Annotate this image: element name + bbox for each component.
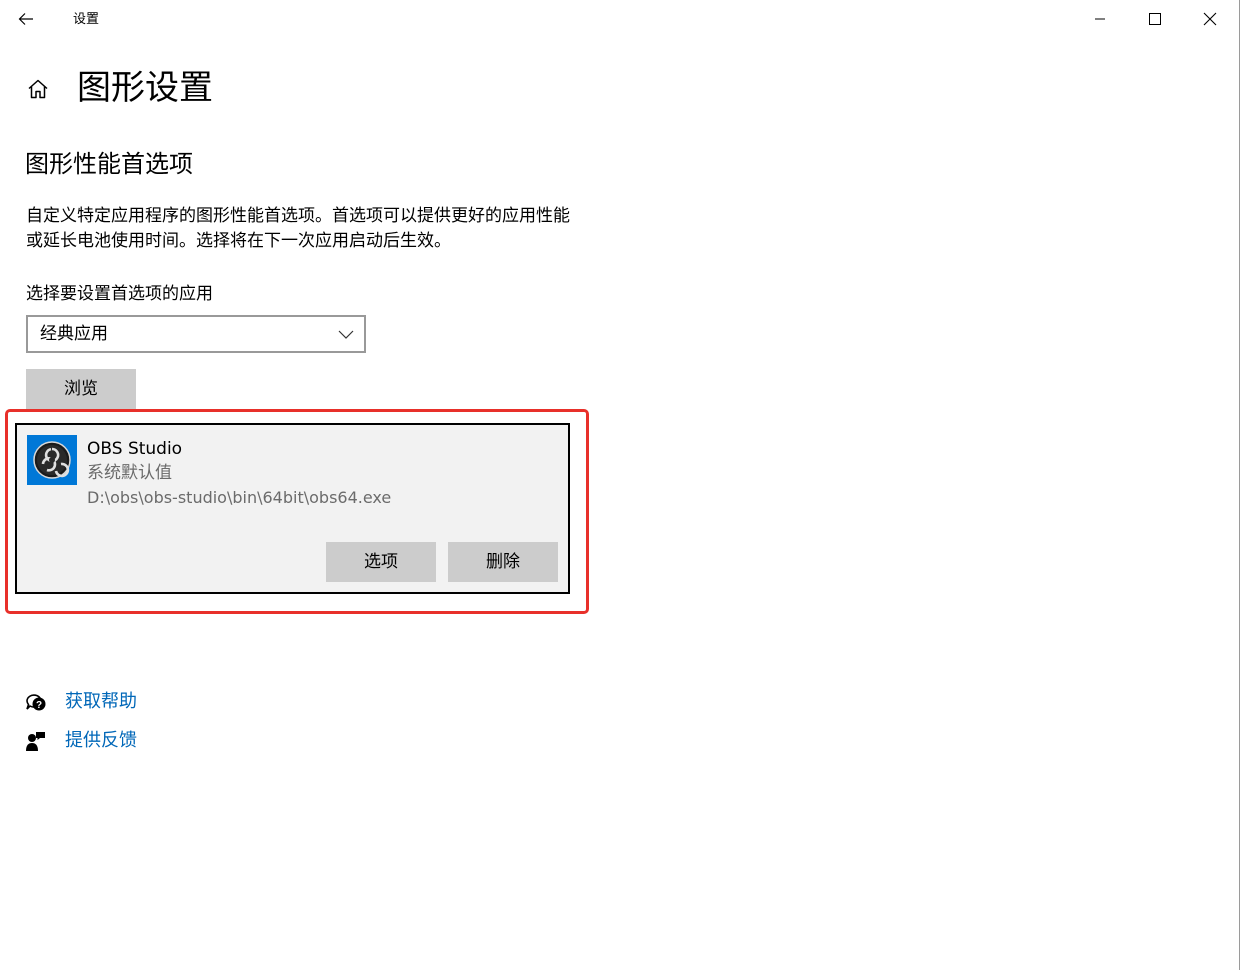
feedback-icon xyxy=(25,730,47,752)
close-button[interactable] xyxy=(1183,0,1237,38)
svg-text:?: ? xyxy=(36,700,42,711)
give-feedback-link[interactable]: 提供反馈 xyxy=(25,728,137,754)
maximize-icon xyxy=(1149,13,1161,25)
highlight-annotation xyxy=(5,409,589,614)
window-title: 设置 xyxy=(73,12,100,27)
chevron-down-icon xyxy=(338,330,354,339)
section-description: 自定义特定应用程序的图形性能首选项。首选项可以提供更好的应用性能或延长电池使用时… xyxy=(26,206,570,251)
arrow-left-icon xyxy=(18,13,33,25)
get-help-link[interactable]: ? 获取帮助 xyxy=(25,689,137,715)
minimize-button[interactable] xyxy=(1073,0,1127,38)
back-button[interactable] xyxy=(12,6,40,32)
page-title: 图形设置 xyxy=(77,68,213,108)
home-icon xyxy=(28,79,48,99)
title-bar: 设置 xyxy=(0,0,1239,38)
maximize-button[interactable] xyxy=(1128,0,1182,38)
dropdown-selected-value: 经典应用 xyxy=(40,324,108,344)
close-icon xyxy=(1203,12,1217,26)
settings-window: 设置 图形设置 图形性能首选项 自定义特定应用程序的图形性能首选项。首选项可以提… xyxy=(0,0,1240,970)
browse-button[interactable]: 浏览 xyxy=(26,369,136,409)
help-chat-icon: ? xyxy=(25,691,47,713)
section-title: 图形性能首选项 xyxy=(25,150,193,178)
get-help-label: 获取帮助 xyxy=(65,691,137,712)
give-feedback-label: 提供反馈 xyxy=(65,730,137,751)
app-type-dropdown[interactable]: 经典应用 xyxy=(26,315,366,353)
home-button[interactable] xyxy=(26,77,50,101)
select-app-label: 选择要设置首选项的应用 xyxy=(26,284,213,304)
minimize-icon xyxy=(1095,18,1105,20)
